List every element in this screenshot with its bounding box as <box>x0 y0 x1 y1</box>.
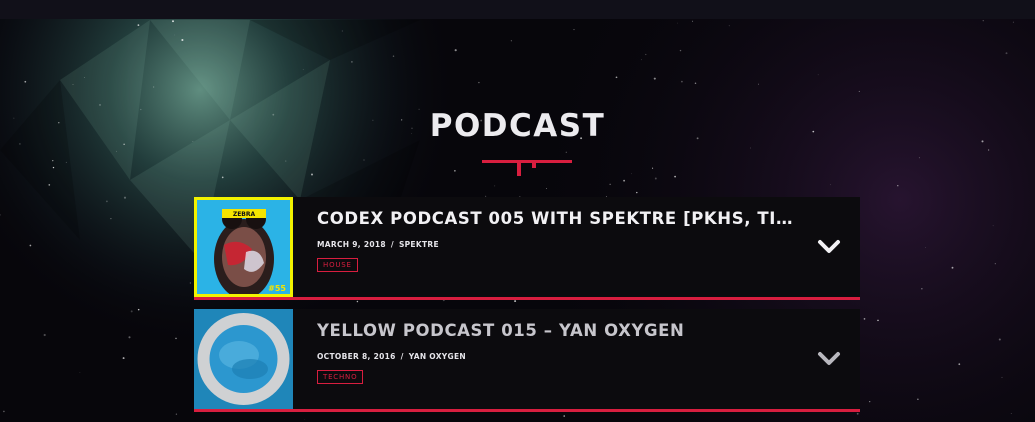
meta-separator: / <box>390 240 394 249</box>
meta-separator: / <box>400 352 404 361</box>
podcast-episode[interactable]: YELLOW PODCAST 015 – YAN OXYGEN OCTOBER … <box>194 309 860 412</box>
expand-toggle[interactable] <box>814 235 844 259</box>
title-divider <box>482 160 572 176</box>
episode-artist[interactable]: SPEKTRE <box>399 240 439 249</box>
svg-text:ZEBRA: ZEBRA <box>233 211 256 218</box>
section-title: PODCAST <box>429 108 606 144</box>
cover-badge-text: #55 <box>268 284 286 293</box>
episode-cover-image[interactable] <box>194 309 293 409</box>
episode-date: MARCH 9, 2018 <box>317 240 386 249</box>
podcast-episode[interactable]: ZEBRA #55 CODEX PODCAST 005 WITH SPEKTRE… <box>194 197 860 300</box>
episode-meta: OCTOBER 8, 2016 / YAN OXYGEN <box>317 352 466 361</box>
genre-tag[interactable]: TECHNO <box>317 370 364 384</box>
episode-cover-image[interactable]: ZEBRA #55 <box>194 197 293 297</box>
chevron-down-icon <box>818 240 840 253</box>
episode-artist[interactable]: YAN OXYGEN <box>409 352 466 361</box>
expand-toggle[interactable] <box>814 347 844 371</box>
episode-title[interactable]: CODEX PODCAST 005 WITH SPEKTRE [PKHS, TI… <box>317 209 797 228</box>
episode-title[interactable]: YELLOW PODCAST 015 – YAN OXYGEN <box>317 321 797 340</box>
top-navigation-bar <box>0 0 1035 19</box>
genre-tag[interactable]: HOUSE <box>317 258 358 272</box>
episode-meta: MARCH 9, 2018 / SPEKTRE <box>317 240 439 249</box>
chevron-down-icon <box>818 352 840 365</box>
episode-date: OCTOBER 8, 2016 <box>317 352 396 361</box>
